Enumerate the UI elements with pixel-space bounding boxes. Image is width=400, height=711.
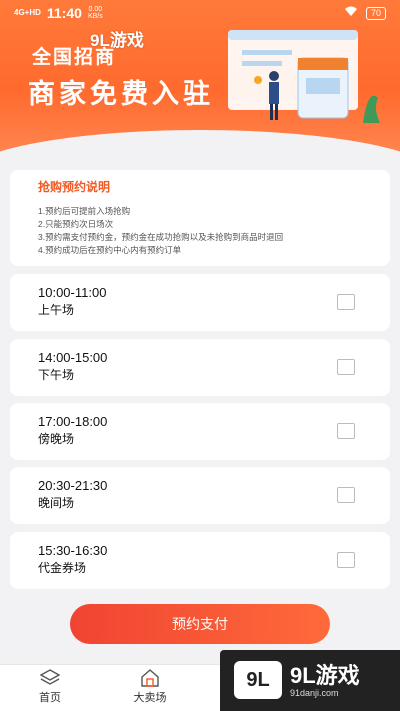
nav-label: 首页: [39, 692, 61, 704]
nav-item-market[interactable]: 大卖场: [115, 669, 185, 705]
banner-headline: 全国招商: [32, 47, 117, 68]
rule-item: 3.预约需支付预约金，预约金在成功抢购以及未抢购到商品时退回: [38, 232, 284, 242]
slot-time: 10:00-11:00: [38, 285, 107, 300]
slot-checkbox[interactable]: [337, 423, 355, 439]
slot-name: 上午场: [38, 303, 75, 317]
slot-time: 20:30-21:30: [38, 478, 108, 493]
battery-level: 70: [365, 6, 386, 20]
slot-time: 14:00-15:00: [38, 350, 108, 365]
time-slot-night[interactable]: 20:30-21:30 晚间场: [10, 467, 390, 524]
rule-item: 4.预约成功后在预约中心内有预约订单: [38, 245, 182, 255]
layers-icon: [40, 669, 60, 685]
site-watermark: 9L 9L游戏 91danji.com: [220, 650, 400, 711]
banner-subheadline: 商家免费入驻: [28, 79, 214, 109]
slot-time: 17:00-18:00: [38, 414, 108, 429]
time-slot-morning[interactable]: 10:00-11:00 上午场: [10, 274, 390, 331]
signal-indicator: 4G+HD: [14, 8, 41, 17]
slot-checkbox[interactable]: [337, 294, 355, 310]
store-icon: [141, 669, 159, 687]
watermark-title: 9L游戏: [290, 662, 360, 688]
slot-checkbox[interactable]: [337, 487, 355, 503]
time-slot-voucher[interactable]: 15:30-16:30 代金券场: [10, 532, 390, 589]
info-title: 抢购预约说明: [38, 180, 111, 194]
status-time: 11:40: [46, 5, 82, 21]
rule-item: 2.只能预约次日场次: [38, 219, 114, 229]
slot-checkbox[interactable]: [337, 359, 355, 375]
nav-label: 大卖场: [133, 692, 167, 704]
merchant-illustration: [228, 30, 380, 123]
slot-time: 15:30-16:30: [38, 543, 108, 558]
nav-item-home[interactable]: 首页: [15, 669, 85, 705]
slot-name: 代金券场: [38, 561, 87, 575]
promo-banner[interactable]: 4G+HD 11:40 0.00 KB/s 70 9L游戏 全国招商 商家免费入…: [0, 0, 400, 165]
wifi-icon: [344, 6, 358, 20]
network-speed: 0.00 KB/s: [87, 6, 103, 20]
slot-checkbox[interactable]: [337, 552, 355, 568]
watermark-url: 91danji.com: [290, 687, 339, 698]
slot-name: 下午场: [38, 368, 75, 382]
watermark-badge: 9L: [234, 661, 282, 699]
time-slot-evening[interactable]: 17:00-18:00 傍晚场: [10, 403, 390, 460]
slot-name: 晚间场: [38, 496, 75, 510]
slot-name: 傍晚场: [38, 432, 75, 446]
status-bar: 4G+HD 11:40 0.00 KB/s 70: [0, 0, 400, 26]
time-slot-afternoon[interactable]: 14:00-15:00 下午场: [10, 339, 390, 396]
reservation-info-card: 抢购预约说明 1.预约后可提前入场抢购 2.只能预约次日场次 3.预约需支付预约…: [10, 170, 390, 266]
pay-reservation-button[interactable]: 预约支付: [70, 604, 330, 644]
rule-item: 1.预约后可提前入场抢购: [38, 206, 131, 216]
